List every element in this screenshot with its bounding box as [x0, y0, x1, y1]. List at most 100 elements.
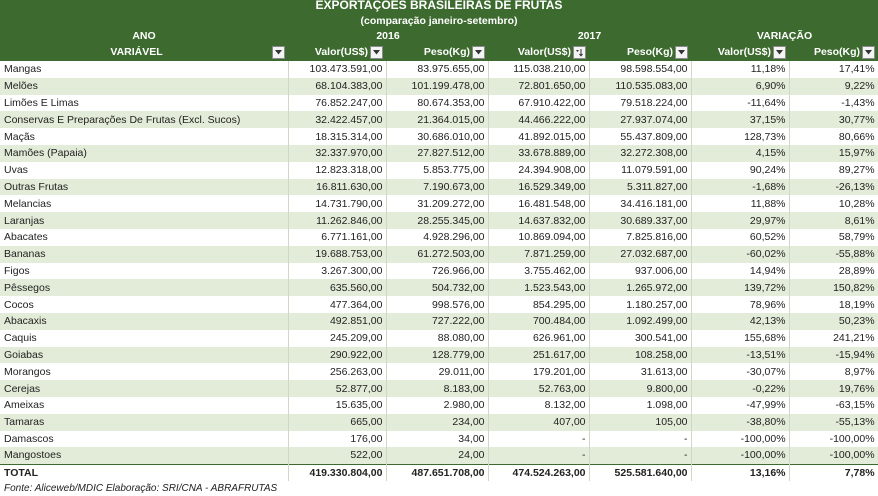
- valor-2016-cell: 52.877,00: [288, 380, 387, 397]
- table-row[interactable]: Conservas E Preparações De Frutas (Excl.…: [0, 111, 878, 129]
- valor-2017-cell: 1.523.543,00: [488, 279, 590, 297]
- col-valor-2016-label: Valor(US$): [314, 46, 368, 58]
- table-row[interactable]: Goiabas 290.922,00 128.779,00 251.617,00 108…: [0, 346, 878, 364]
- fruit-name: Cerejas: [0, 380, 289, 397]
- var-peso-cell: -26,13%: [789, 178, 878, 196]
- peso-2017-cell: 98.598.554,00: [589, 61, 692, 78]
- total-valor-2017: 474.524.263,00: [488, 463, 590, 481]
- var-valor-cell: 14,94%: [691, 262, 790, 280]
- sort-descending-filter-icon[interactable]: [573, 46, 587, 59]
- filter-dropdown-icon[interactable]: [773, 46, 787, 59]
- peso-2016-cell: 7.190.673,00: [386, 178, 489, 196]
- peso-2016-cell: 128.779,00: [386, 346, 489, 364]
- filter-dropdown-icon[interactable]: [272, 46, 285, 59]
- valor-2016-cell: 15.635,00: [288, 396, 387, 414]
- var-valor-cell: 29,97%: [691, 212, 790, 229]
- filter-dropdown-icon[interactable]: [675, 46, 689, 59]
- table-row[interactable]: Cocos 477.364,00 998.576,00 854.295,00 1.180…: [0, 296, 878, 313]
- valor-2016-cell: 16.811.630,00: [288, 178, 387, 196]
- var-valor-cell: 155,68%: [691, 329, 790, 347]
- table-row[interactable]: Figos 3.267.300,00 726.966,00 3.755.462,00 9…: [0, 262, 878, 280]
- valor-2017-cell: -: [488, 447, 590, 465]
- valor-2017-cell: 16.481.548,00: [488, 195, 590, 213]
- table-row[interactable]: Laranjas 11.262.846,00 28.255.345,00 14.637…: [0, 212, 878, 229]
- year-2016-label: 2016: [288, 29, 489, 44]
- table-row[interactable]: Maçãs 18.315.314,00 30.686.010,00 41.892.01…: [0, 128, 878, 145]
- table-row[interactable]: Limões E Limas 76.852.247,00 80.674.353,00…: [0, 94, 878, 112]
- table-row[interactable]: Cerejas 52.877,00 8.183,00 52.763,00 9.800,0…: [0, 380, 878, 397]
- col-peso-2017: Peso(Kg): [589, 44, 692, 61]
- valor-2017-cell: 8.132,00: [488, 396, 590, 414]
- var-peso-cell: -100,00%: [789, 430, 878, 448]
- var-valor-cell: -13,51%: [691, 346, 790, 364]
- table-row[interactable]: Mamões (Papaia) 32.337.970,00 27.827.512,0…: [0, 144, 878, 162]
- table-row[interactable]: Outras Frutas 16.811.630,00 7.190.673,00 16…: [0, 178, 878, 196]
- total-var-valor: 13,16%: [691, 463, 790, 481]
- total-label: TOTAL: [0, 463, 289, 481]
- fruit-name: Abacates: [0, 228, 289, 246]
- valor-2017-cell: 10.869.094,00: [488, 228, 590, 246]
- var-peso-cell: 9,22%: [789, 77, 878, 95]
- valor-2017-cell: 14.637.832,00: [488, 212, 590, 229]
- valor-2017-cell: 700.484,00: [488, 312, 590, 330]
- total-var-peso: 7,78%: [789, 463, 878, 481]
- fruit-name: Uvas: [0, 161, 289, 179]
- var-peso-cell: -15,94%: [789, 346, 878, 364]
- peso-2016-cell: 31.209.272,00: [386, 195, 489, 213]
- table-row[interactable]: Pêssegos 635.560,00 504.732,00 1.523.543,00…: [0, 279, 878, 297]
- peso-2017-cell: 27.937.074,00: [589, 111, 692, 129]
- valor-2017-cell: 626.961,00: [488, 329, 590, 347]
- table-row[interactable]: Caquis 245.209,00 88.080,00 626.961,00 300.5…: [0, 329, 878, 347]
- table-row[interactable]: Abacaxis 492.851,00 727.222,00 700.484,00 1.…: [0, 312, 878, 330]
- table-row[interactable]: Mangostoes 522,00 24,00- - -100,00% -100,00%: [0, 447, 878, 465]
- table-row[interactable]: Morangos 256.263,00 29.011,00 179.201,00 31.…: [0, 363, 878, 381]
- filter-dropdown-icon[interactable]: [472, 46, 486, 59]
- var-valor-cell: 60,52%: [691, 228, 790, 246]
- peso-2017-cell: 110.535.083,00: [589, 77, 692, 95]
- peso-2016-cell: 27.827.512,00: [386, 144, 489, 162]
- variacao-label: VARIAÇÃO: [691, 29, 878, 44]
- fruit-name: Outras Frutas: [0, 178, 289, 196]
- table-row[interactable]: Melões 68.104.383,00 101.199.478,00 72.801.…: [0, 77, 878, 95]
- valor-2017-cell: 3.755.462,00: [488, 262, 590, 280]
- filter-dropdown-icon[interactable]: [862, 46, 876, 59]
- var-peso-cell: 10,28%: [789, 195, 878, 213]
- peso-2017-cell: 34.416.181,00: [589, 195, 692, 213]
- filter-dropdown-icon[interactable]: [370, 46, 383, 59]
- table-body: Mangas 103.473.591,00 83.975.655,00 115.038…: [0, 61, 878, 465]
- col-variavel: VARIÁVEL: [0, 44, 288, 61]
- valor-2016-cell: 11.262.846,00: [288, 212, 387, 229]
- valor-2016-cell: 32.422.457,00: [288, 111, 387, 129]
- valor-2016-cell: 76.852.247,00: [288, 94, 387, 112]
- fruit-name: Mamões (Papaia): [0, 144, 289, 162]
- table-row[interactable]: Mangas 103.473.591,00 83.975.655,00 115.038…: [0, 61, 878, 78]
- var-peso-cell: -1,43%: [789, 94, 878, 112]
- table-row[interactable]: Tamaras 665,00 234,00 407,00 105,00 -38,80% -5…: [0, 413, 878, 431]
- total-row[interactable]: TOTAL 419.330.804,00 487.651.708,00 474.…: [0, 463, 878, 481]
- var-valor-cell: -0,22%: [691, 380, 790, 397]
- var-valor-cell: 11,18%: [691, 61, 790, 78]
- peso-2017-cell: 5.311.827,00: [589, 178, 692, 196]
- col-peso-2016-label: Peso(Kg): [423, 46, 471, 58]
- table-row[interactable]: Bananas 19.688.753,00 61.272.503,00 7.871.2…: [0, 245, 878, 263]
- table-row[interactable]: Abacates 6.771.161,00 4.928.296,00 10.869.0…: [0, 228, 878, 246]
- fruit-name: Melões: [0, 77, 289, 95]
- peso-2016-cell: 726.966,00: [386, 262, 489, 280]
- valor-2017-cell: 24.394.908,00: [488, 161, 590, 179]
- peso-2017-cell: 937.006,00: [589, 262, 692, 280]
- valor-2017-cell: 72.801.650,00: [488, 77, 590, 95]
- source-footnote: Fonte: Aliceweb/MDIC Elaboração: SRI/CNA…: [4, 482, 278, 494]
- table-row[interactable]: Uvas 12.823.318,00 5.853.775,00 24.394.908,…: [0, 161, 878, 179]
- valor-2016-cell: 6.771.161,00: [288, 228, 387, 246]
- table-row[interactable]: Damascos 176,00 34,00- - -100,00% -100,00%: [0, 430, 878, 448]
- table-row[interactable]: Melancias 14.731.790,00 31.209.272,00 16.48…: [0, 195, 878, 213]
- col-valor-variacao-label: Valor(US$): [717, 46, 772, 58]
- valor-2017-cell: 407,00: [488, 413, 590, 431]
- peso-2016-cell: 80.674.353,00: [386, 94, 489, 112]
- table-row[interactable]: Ameixas 15.635,00 2.980,00 8.132,00 1.098,00…: [0, 396, 878, 414]
- peso-2017-cell: 105,00: [589, 413, 692, 431]
- valor-2017-cell: -: [488, 430, 590, 448]
- var-valor-cell: 78,96%: [691, 296, 790, 313]
- total-peso-2016: 487.651.708,00: [386, 463, 489, 481]
- peso-2016-cell: 24,00: [386, 447, 489, 465]
